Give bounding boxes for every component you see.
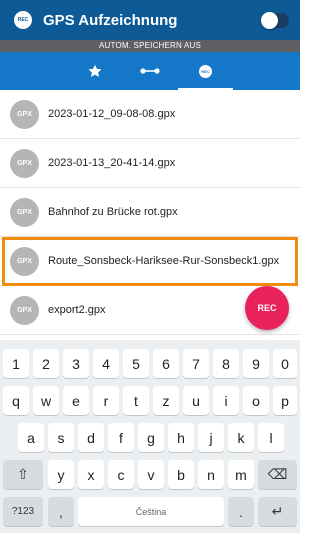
key[interactable]: q	[3, 386, 29, 415]
tab-bar: REC	[0, 52, 300, 90]
app-title: GPS Aufzeichnung	[43, 11, 178, 29]
file-name: 2023-01-13_20-41-14.gpx	[48, 156, 176, 169]
key[interactable]: 5	[123, 349, 149, 378]
key[interactable]: o	[243, 386, 269, 415]
key[interactable]: w	[33, 386, 59, 415]
rec-icon: REC	[199, 64, 212, 78]
key[interactable]: t	[123, 386, 149, 415]
star-icon	[87, 64, 102, 77]
key[interactable]: x	[78, 460, 104, 489]
key[interactable]: s	[48, 423, 74, 452]
app-bar: REC GPS Aufzeichnung	[0, 0, 300, 40]
key[interactable]: 0	[273, 349, 297, 378]
file-name: 2023-01-12_09-08-08.gpx	[48, 107, 176, 120]
gpx-file-icon: GPX	[10, 99, 39, 129]
enter-key[interactable]: ↵	[258, 497, 297, 526]
toggle-knob	[261, 12, 278, 29]
key[interactable]: j	[198, 423, 224, 452]
tab-recording[interactable]: REC	[178, 52, 233, 90]
record-button[interactable]: REC	[245, 286, 289, 330]
key[interactable]: 3	[63, 349, 89, 378]
list-item-highlighted[interactable]: GPX Route_Sonsbeck-Hariksee-Rur-Sonsbeck…	[2, 237, 298, 286]
key[interactable]: g	[138, 423, 164, 452]
shift-key[interactable]: ⇧	[3, 460, 43, 489]
key[interactable]: 7	[183, 349, 209, 378]
key[interactable]: e	[63, 386, 89, 415]
file-name: Bahnhof zu Brücke rot.gpx	[48, 205, 178, 218]
rec-logo-icon: REC	[14, 11, 32, 29]
key[interactable]: 4	[93, 349, 119, 378]
backspace-key[interactable]: ⌫	[258, 460, 297, 489]
key[interactable]: d	[78, 423, 104, 452]
comma-key[interactable]: ,	[48, 497, 74, 526]
list-item[interactable]: GPX 2023-01-13_20-41-14.gpx	[0, 139, 300, 188]
key[interactable]: 8	[213, 349, 239, 378]
key[interactable]: u	[183, 386, 209, 415]
key[interactable]: i	[213, 386, 239, 415]
key[interactable]: b	[168, 460, 194, 489]
gpx-file-icon: GPX	[10, 295, 39, 325]
key[interactable]: v	[138, 460, 164, 489]
key[interactable]: 9	[243, 349, 269, 378]
period-key[interactable]: .	[228, 497, 254, 526]
key[interactable]: h	[168, 423, 194, 452]
autosave-toggle[interactable]	[261, 12, 289, 29]
key[interactable]: k	[228, 423, 254, 452]
key[interactable]: 2	[33, 349, 59, 378]
key[interactable]: r	[93, 386, 119, 415]
autosave-status-bar: AUTOM. SPEICHERN AUS	[0, 40, 300, 52]
key[interactable]: m	[228, 460, 254, 489]
key[interactable]: l	[258, 423, 284, 452]
tab-routes[interactable]	[122, 52, 177, 90]
symbols-key[interactable]: ?123	[3, 497, 43, 526]
key[interactable]: p	[273, 386, 297, 415]
file-name: Route_Sonsbeck-Hariksee-Rur-Sonsbeck1.gp…	[48, 255, 280, 267]
list-item[interactable]: GPX 2023-01-12_09-08-08.gpx	[0, 90, 300, 139]
gpx-file-icon: GPX	[10, 197, 39, 227]
key[interactable]: a	[18, 423, 44, 452]
key[interactable]: n	[198, 460, 224, 489]
key[interactable]: z	[153, 386, 179, 415]
key[interactable]: y	[48, 460, 74, 489]
route-icon	[139, 68, 160, 74]
list-item[interactable]: GPX Bahnhof zu Brücke rot.gpx	[0, 188, 300, 237]
gpx-file-icon: GPX	[10, 148, 39, 178]
gpx-file-icon: GPX	[10, 247, 39, 276]
tab-favorites[interactable]	[67, 52, 122, 90]
key[interactable]: 6	[153, 349, 179, 378]
key[interactable]: f	[108, 423, 134, 452]
space-key[interactable]: Čeština	[78, 497, 224, 526]
key[interactable]: c	[108, 460, 134, 489]
key[interactable]: 1	[3, 349, 29, 378]
on-screen-keyboard: 1 2 3 4 5 6 7 8 9 0 q w e r t z u i o p …	[0, 340, 300, 533]
